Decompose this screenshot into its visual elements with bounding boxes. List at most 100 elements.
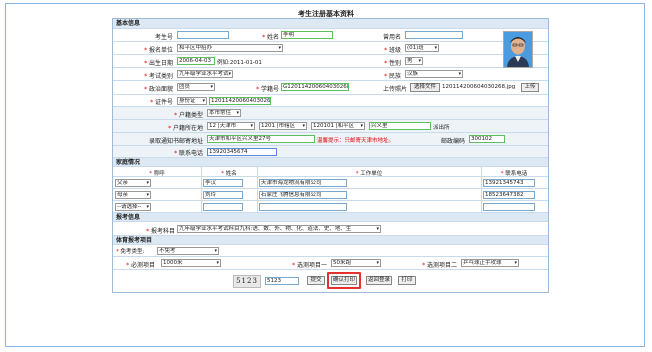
birth-label: 出生日期 [148,60,173,67]
chevron-down-icon: ▾ [250,123,253,129]
exam-type-label-wrap: * 考试类别 [113,71,173,80]
nation-label: 民族 [388,73,401,80]
gender-select[interactable]: 男 ▾ [405,57,423,65]
opt1-label: 选测项目一 [296,262,327,269]
chevron-down-icon: ▾ [434,45,437,51]
birth-label-wrap: * 出生日期 [113,58,173,67]
hukou-type-label: 户籍类型 [178,112,203,119]
chevron-down-icon: ▾ [202,98,205,104]
politics-label-wrap: * 政治面貌 [113,84,173,93]
politics-select[interactable]: 团员 ▾ [177,83,215,91]
exempt-label-wrap: * 免考类型: [116,247,144,255]
postcode-input[interactable]: 300102 [469,135,505,143]
captcha-image[interactable]: 5123 [233,275,261,288]
used-name-input[interactable] [405,31,463,39]
subject-label: 报考科目 [150,228,175,235]
exempt-value: 不免考 [159,248,176,254]
hukou-station-input[interactable]: 兴义里 [369,122,431,130]
id-no-input[interactable]: 120114200604030268 [209,97,271,105]
class-select[interactable]: (01)班 ▾ [405,44,439,52]
birth-input[interactable]: 2006-04-03 [177,57,215,65]
student-no-input[interactable]: G120114200604030268 [281,83,349,91]
class-label-wrap: * 班级 [341,45,401,54]
family-work-input[interactable] [259,203,347,211]
family-divider [201,166,202,212]
exempt-select[interactable]: 不免考 ▾ [157,247,219,255]
exam-no-label: 考生号 [154,34,173,41]
row-mail-addr: 录取通知书邮寄地址 天津市和平区兴义里27号 温馨提示：只邮寄天津市地址。 邮政… [113,132,548,145]
row-hukou-type: * 户籍类型 本市常住 ▾ [113,106,548,119]
choose-file-button[interactable]: 选择文件 [410,83,440,92]
exam-no-input[interactable] [177,31,229,39]
chevron-down-icon: ▾ [216,260,219,266]
family-phone-input[interactable]: 18523647382 [483,191,535,199]
row-hukou-place: * 户籍所在地 12 |天津市 ▾ 1201 |市辖区 ▾ 120101 |和平区 ▾… [113,119,548,132]
opt1-select[interactable]: 50米跑 ▾ [331,259,381,267]
required-item-select[interactable]: 1000米 ▾ [161,259,221,267]
exam-type-value: 九年级学业水平考试 [179,71,229,77]
family-phone-input[interactable]: 13921345743 [483,179,535,187]
exam-type-select[interactable]: 九年级学业水平考试 ▾ [177,70,233,78]
phone-input[interactable]: 13920345674 [207,148,277,156]
row-id: * 证件号 身份证 ▾ 120114200604030268 [113,94,548,106]
unit-select[interactable]: 和平区中招办 ▾ [177,44,283,52]
captcha-input[interactable]: 5123 [265,277,299,285]
mail-addr-input[interactable]: 天津市和平区兴义里27号 [207,135,315,143]
chevron-down-icon: ▾ [302,123,305,129]
nation-label-wrap: * 民族 [341,71,401,80]
hukou-province-value: 12 |天津市 [209,123,237,129]
id-label: 证件号 [154,99,173,106]
hukou-suffix: 派出所 [433,125,450,131]
family-work-input[interactable]: 石家庄飞腾信息有限公司 [259,191,347,199]
id-type-select[interactable]: 身份证 ▾ [177,97,207,105]
submit-button[interactable]: 提交 [307,276,325,285]
phone-label: 联系电话 [178,150,203,157]
file-name-text: 120114200604030268.jpg [442,84,516,90]
subject-label-wrap: * 报考科目 [113,226,175,235]
chevron-down-icon: ▾ [214,248,217,254]
row-phone: * 联系电话 13920345674 [113,145,548,157]
family-relation-select[interactable]: --请选择-- ▾ [115,203,151,211]
family-row: 母亲 ▾ 刘玲 石家庄飞腾信息有限公司 18523647382 [113,188,548,200]
postcode-label: 邮政编码 [440,138,465,145]
family-name-input[interactable]: 李汉 [203,179,243,187]
chevron-down-icon: ▾ [418,58,421,64]
student-no-label: 学籍号 [260,86,279,93]
chevron-down-icon: ▾ [458,71,461,77]
student-no-label-wrap: * 学籍号 [233,84,279,93]
chevron-down-icon: ▾ [360,123,363,129]
unit-label: 报名单位 [148,47,173,54]
opt2-select[interactable]: 乒乓球正手攻球 ▾ [461,259,519,267]
hukou-type-select[interactable]: 本市常住 ▾ [207,109,241,117]
family-relation-value: 母亲 [117,192,129,198]
family-relation-select[interactable]: 父亲 ▾ [115,179,151,187]
family-name-input[interactable]: 刘玲 [203,191,243,199]
family-phone-input[interactable] [483,203,535,211]
subject-select[interactable]: 九年级学业水平考试科目九科:语、数、外、物、化、道法、史、地、生 ▾ [177,225,381,233]
hukou-district-select[interactable]: 120101 |和平区 ▾ [311,122,365,130]
class-label: 班级 [388,47,401,54]
hukou-city-select[interactable]: 1201 |市辖区 ▾ [259,122,307,130]
family-work-input[interactable]: 天津市海龙物流有限公司 [259,179,347,187]
phone-label-wrap: * 联系电话 [113,148,203,157]
confirm-print-button[interactable]: 确认打印 [331,276,357,285]
mail-addr-label: 录取通知书邮寄地址 [148,138,203,145]
upload-label: 上传照片 [382,86,407,93]
chevron-down-icon: ▾ [376,260,379,266]
hukou-province-select[interactable]: 12 |天津市 ▾ [207,122,255,130]
id-label-wrap: * 证件号 [113,97,173,106]
family-relation-select[interactable]: 母亲 ▾ [115,191,151,199]
row-exam-no: 考生号 * 姓名 李明 曾用名 [113,28,548,41]
row-politics: * 政治面貌 团员 ▾ * 学籍号 G120114200604030268 上传照… [113,80,548,94]
nation-select[interactable]: 汉族 ▾ [405,70,463,78]
hukou-place-label-wrap: * 户籍所在地 [113,123,203,132]
family-name-input[interactable] [203,203,243,211]
name-input[interactable]: 李明 [281,31,333,39]
row-exam-type: * 考试类别 九年级学业水平考试 ▾ * 民族 汉族 ▾ [113,67,548,80]
print-button[interactable]: 打印 [398,276,416,285]
back-login-button[interactable]: 返回登录 [366,276,392,285]
exempt-label: 免考类型: [120,249,145,255]
upload-button[interactable]: 上传 [521,83,539,92]
chevron-down-icon: ▾ [146,192,149,198]
opt2-label-wrap: * 选测项目二 [397,260,457,269]
